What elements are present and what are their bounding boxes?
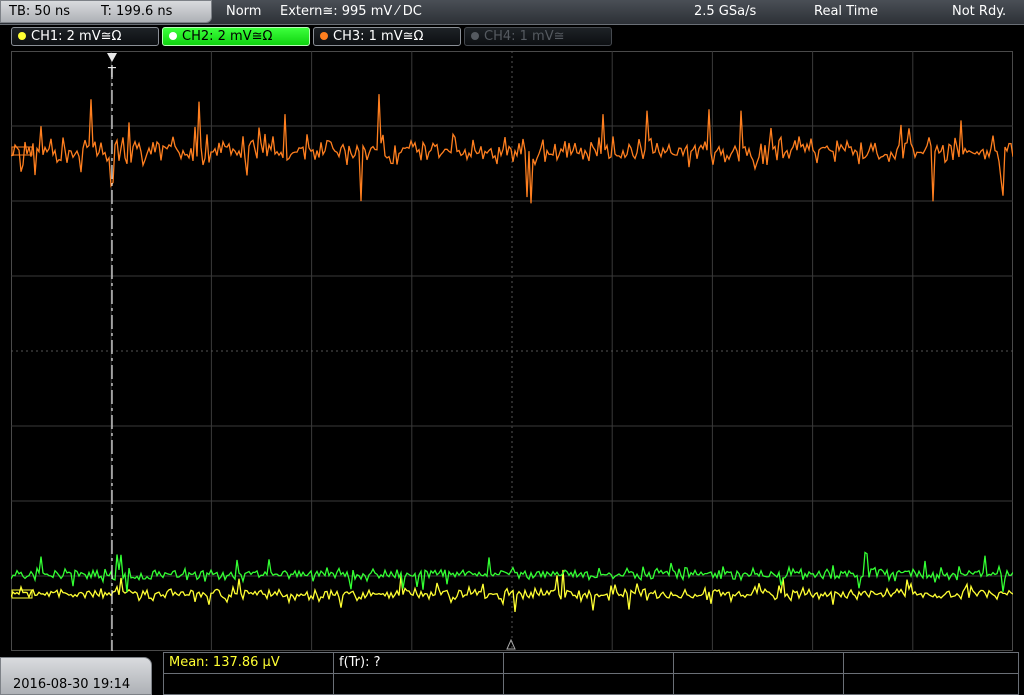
acquisition-mode: Real Time — [814, 4, 878, 19]
bottom-bar: 2016-08-30 19:14 Mean: 137.86 µV f(Tr): … — [0, 652, 1024, 695]
date-time: 2016-08-30 19:14 — [13, 677, 131, 692]
measurement-slot-7[interactable] — [334, 674, 504, 694]
date-box: 2016-08-30 19:14 — [0, 657, 152, 695]
measurement-slot-9[interactable] — [674, 674, 844, 694]
timebase-box[interactable]: TB: 50 ns T: 199.6 ns — [0, 0, 212, 23]
channel-2-label: CH2: 2 mV≅Ω — [182, 29, 273, 44]
measurement-mean[interactable]: Mean: 137.86 µV — [164, 653, 334, 673]
channel-4-chip[interactable]: CH4: 1 mV≅ — [464, 27, 612, 46]
measurement-slot-10[interactable] — [844, 674, 1018, 694]
channel-1-label: CH1: 2 mV≅Ω — [31, 29, 122, 44]
trigger-mode[interactable]: Norm — [226, 4, 261, 19]
channel-4-label: CH4: 1 mV≅ — [484, 29, 565, 44]
channel-2-chip[interactable]: CH2: 2 mV≅Ω — [162, 27, 310, 46]
trigger-marker-label: T — [107, 66, 116, 81]
trigger-time-readout: T: 199.6 ns — [101, 4, 173, 19]
measurement-rise[interactable]: f(Tr): ? — [334, 653, 504, 673]
measurement-slot-5[interactable] — [844, 653, 1018, 673]
sample-rate: 2.5 GSa/s — [694, 4, 757, 19]
channel-2-dot-icon — [169, 32, 177, 40]
acquisition-state: Not Rdy. — [952, 4, 1007, 19]
timebase-readout: TB: 50 ns — [9, 4, 71, 19]
channel-3-dot-icon — [320, 32, 328, 40]
measurement-slot-4[interactable] — [674, 653, 844, 673]
trigger-source[interactable]: Extern≅: 995 mV ⁄ DC — [280, 4, 422, 19]
channel-3-chip[interactable]: CH3: 1 mV≅Ω — [313, 27, 461, 46]
channel-1-dot-icon — [18, 32, 26, 40]
status-bar: TB: 50 ns T: 199.6 ns Norm Extern≅: 995 … — [0, 0, 1024, 25]
channel-1-chip[interactable]: CH1: 2 mV≅Ω — [11, 27, 159, 46]
measurement-slot-8[interactable] — [504, 674, 674, 694]
channel-3-label: CH3: 1 mV≅Ω — [333, 29, 424, 44]
channel-4-dot-icon — [471, 32, 479, 40]
waveform-display[interactable]: T — [11, 51, 1013, 651]
measurement-slot-3[interactable] — [504, 653, 674, 673]
measurement-panel[interactable]: Mean: 137.86 µV f(Tr): ? — [163, 652, 1019, 695]
measurement-slot-6[interactable] — [164, 674, 334, 694]
